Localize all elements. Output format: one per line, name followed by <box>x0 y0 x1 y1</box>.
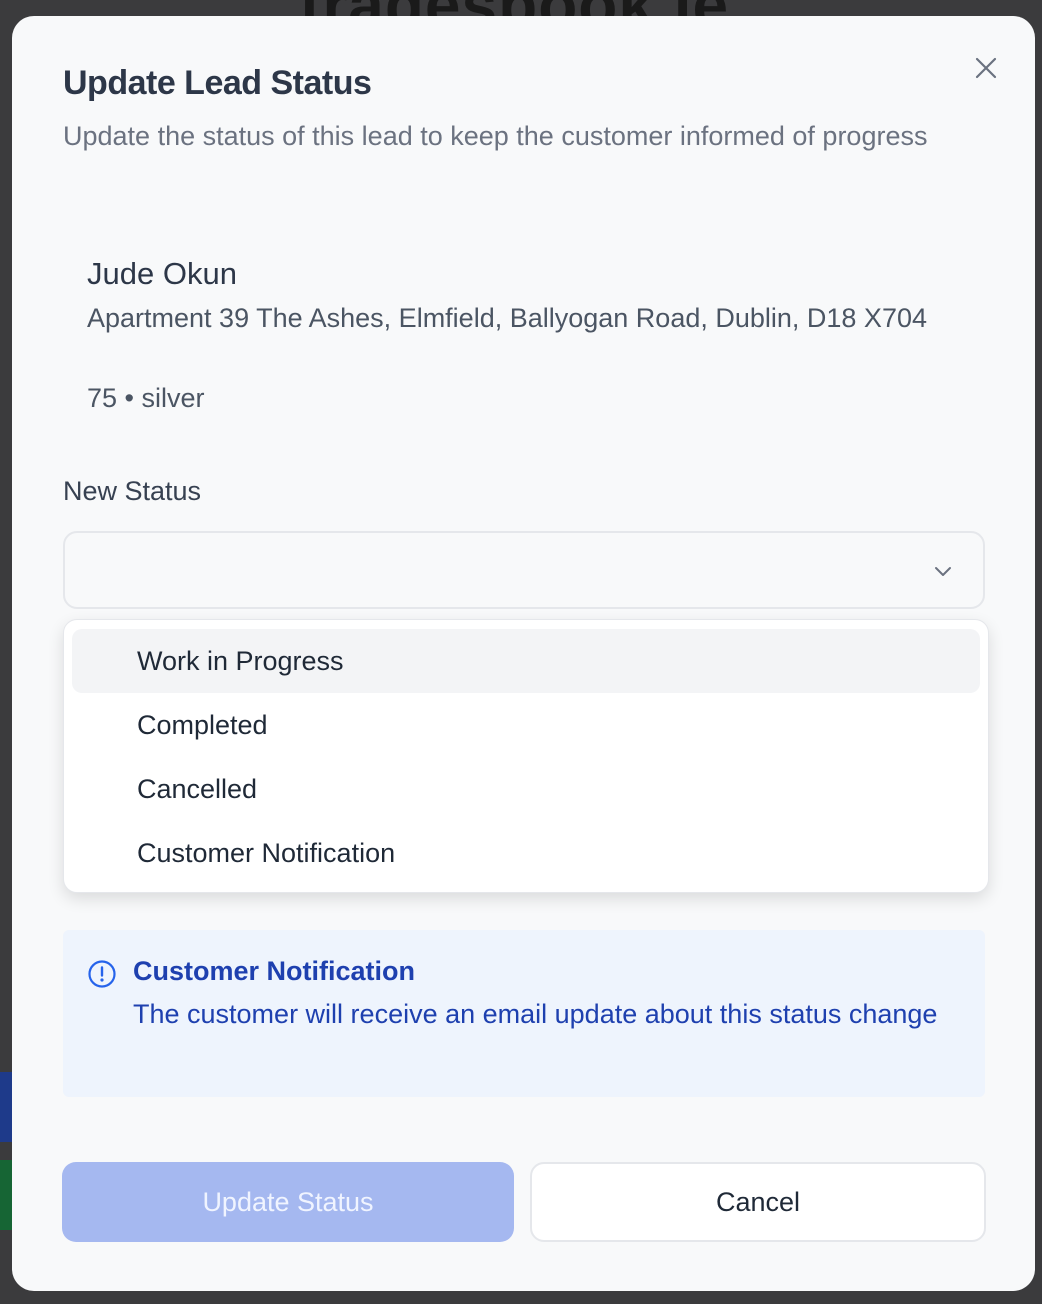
background-green-strip <box>0 1160 12 1230</box>
lead-meta: 75 • silver <box>87 383 205 413</box>
status-option-work-in-progress[interactable]: Work in Progress <box>72 629 980 693</box>
status-option-customer-notification[interactable]: Customer Notification <box>72 821 980 885</box>
update-lead-status-dialog: Update Lead Status Update the status of … <box>12 16 1035 1291</box>
dialog-title: Update Lead Status <box>63 64 372 102</box>
background-blue-strip <box>0 1072 12 1142</box>
lead-customer-name: Jude Okun <box>87 256 237 291</box>
notice-title: Customer Notification <box>133 956 416 986</box>
update-status-button[interactable]: Update Status <box>62 1162 514 1242</box>
lead-address: Apartment 39 The Ashes, Elmfield, Ballyo… <box>87 303 927 333</box>
info-circle-icon <box>88 960 116 988</box>
status-select[interactable] <box>63 531 985 609</box>
cancel-button[interactable]: Cancel <box>530 1162 986 1242</box>
status-option-cancelled[interactable]: Cancelled <box>72 757 980 821</box>
close-icon <box>975 57 997 79</box>
status-dropdown-menu: Work in Progress Completed Cancelled Cus… <box>63 619 989 893</box>
status-option-completed[interactable]: Completed <box>72 693 980 757</box>
chevron-down-icon <box>935 567 951 576</box>
customer-notification-notice: Customer Notification The customer will … <box>63 930 985 1097</box>
new-status-label: New Status <box>63 476 202 506</box>
notice-text: The customer will receive an email updat… <box>133 999 938 1029</box>
dialog-subtitle: Update the status of this lead to keep t… <box>63 121 928 151</box>
close-button[interactable] <box>970 52 1002 84</box>
